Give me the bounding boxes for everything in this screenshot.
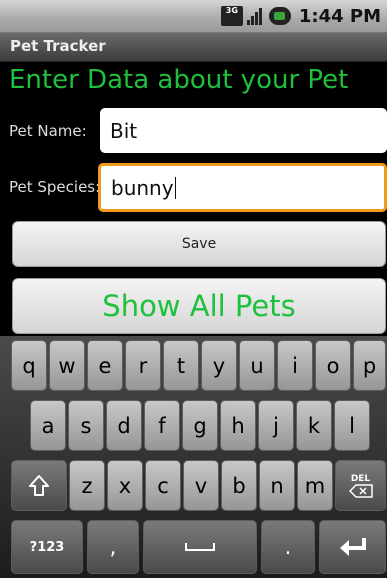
key-label: r [138,353,148,378]
space-key[interactable] [143,520,257,574]
backspace-icon [348,483,373,498]
shift-key[interactable] [11,460,67,511]
key-s[interactable]: s [68,400,104,451]
key-v[interactable]: v [183,460,219,511]
key-n[interactable]: n [259,460,295,511]
key-label: o [326,353,340,378]
app-title: Pet Tracker [10,37,106,55]
enter-key[interactable] [319,520,386,574]
key-label: i [292,353,298,378]
key-o[interactable]: o [315,340,351,391]
key-label: v [194,473,208,498]
pet-species-label: Pet Species: [9,178,101,196]
key-label: h [231,413,245,438]
key-k[interactable]: k [296,400,332,451]
key-r[interactable]: r [125,340,161,391]
pet-name-label: Pet Name: [9,122,87,140]
key-label: b [232,473,246,498]
period-key[interactable]: . [261,520,315,574]
pet-name-value: Bit [110,118,138,143]
key-label: l [349,413,355,438]
save-button-label: Save [181,236,217,252]
key-d[interactable]: d [106,400,142,451]
key-label: e [98,353,112,378]
space-bar-icon [185,543,215,551]
key-l[interactable]: l [334,400,370,451]
key-label: n [270,473,284,498]
key-y[interactable]: y [201,340,237,391]
key-a[interactable]: a [30,400,66,451]
key-f[interactable]: f [144,400,180,451]
enter-arrow-icon [339,538,366,556]
key-x[interactable]: x [107,460,143,511]
key-j[interactable]: j [258,400,294,451]
form-heading: Enter Data about your Pet [9,65,349,95]
key-label: d [117,413,131,438]
key-m[interactable]: m [297,460,333,511]
show-all-pets-button[interactable]: Show All Pets [12,278,386,334]
key-label: w [58,353,76,378]
key-z[interactable]: z [69,460,105,511]
key-label: a [41,413,55,438]
key-label: z [81,473,93,498]
status-time: 1:44 PM [298,5,381,27]
key-i[interactable]: i [277,340,313,391]
delete-label: DEL [350,473,371,484]
save-button[interactable]: Save [12,221,386,267]
show-all-pets-label: Show All Pets [102,289,296,323]
key-label: u [250,353,264,378]
key-q[interactable]: q [11,340,47,391]
key-label: f [158,413,166,438]
soft-keyboard: q w e r t y u i o p a s d f g h j k l z … [0,336,387,578]
status-bar: 3G 1:44 PM [0,0,387,33]
comma-key-label: , [109,535,117,559]
pet-name-input[interactable]: Bit [100,108,387,153]
key-b[interactable]: b [221,460,257,511]
key-g[interactable]: g [182,400,218,451]
pet-species-input[interactable]: bunny [98,163,387,212]
key-label: q [22,353,36,378]
key-t[interactable]: t [163,340,199,391]
key-label: t [176,353,186,378]
delete-key[interactable]: DEL [335,460,386,511]
text-caret [174,176,176,199]
status-icons: 3G 1:44 PM [220,5,381,27]
comma-key[interactable]: , [87,520,139,574]
key-label: j [273,413,279,438]
period-key-label: . [284,535,292,559]
key-p[interactable]: p [353,340,386,391]
key-w[interactable]: w [49,340,85,391]
key-label: x [118,473,132,498]
key-e[interactable]: e [87,340,123,391]
key-u[interactable]: u [239,340,275,391]
key-label: c [157,473,169,498]
app-title-bar: Pet Tracker [0,33,387,62]
signal-strength-icon [246,7,265,25]
numbers-key[interactable]: ?123 [11,520,83,574]
key-label: p [362,353,377,378]
key-label: y [212,353,226,378]
shift-arrow-icon [29,474,49,496]
key-label: g [193,413,207,438]
key-label: m [304,473,326,498]
numbers-key-label: ?123 [29,539,65,555]
key-label: s [80,413,92,438]
key-c[interactable]: c [145,460,181,511]
key-h[interactable]: h [220,400,256,451]
network-3g-icon: 3G [220,6,243,26]
key-label: k [307,413,321,438]
battery-icon [268,7,291,25]
pet-species-value: bunny [111,175,174,200]
